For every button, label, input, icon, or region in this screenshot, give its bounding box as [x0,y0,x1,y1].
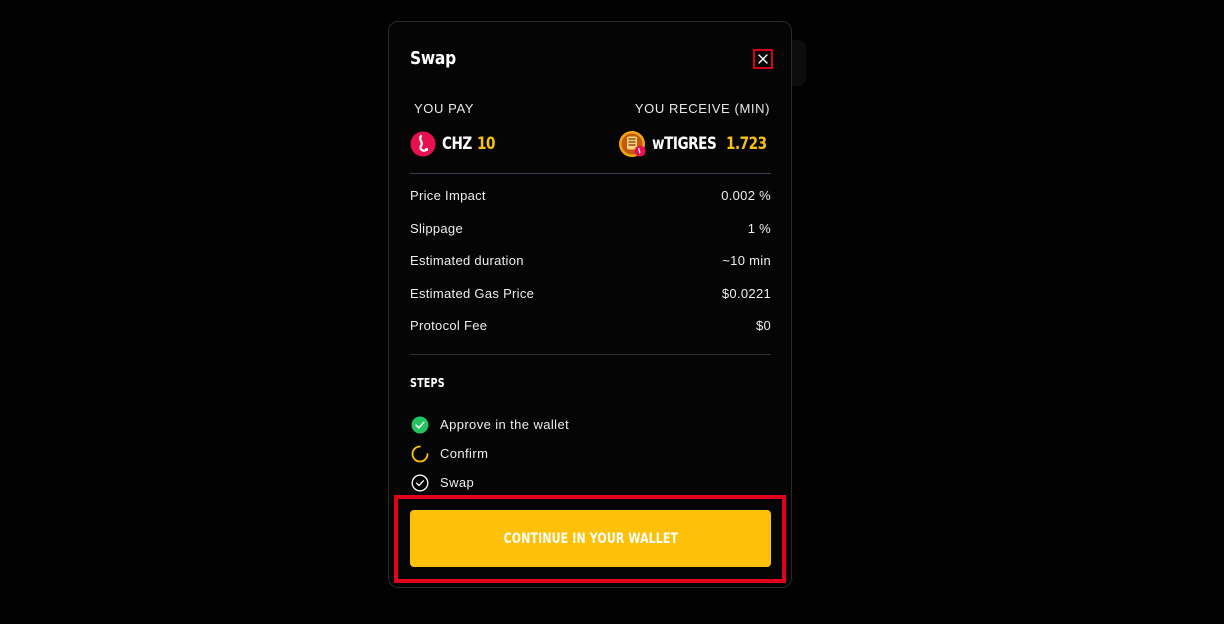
you-receive-label: YOU RECEIVE (MIN) [634,101,770,116]
detail-row-slippage: Slippage 1 % [410,221,771,254]
pay-token-amount: 10 [477,134,496,154]
step-label: Swap [440,475,475,490]
cta-label: CONTINUE IN YOUR WALLET [503,530,678,547]
detail-label: Protocol Fee [410,318,488,333]
step-label: Confirm [440,446,489,461]
detail-row-estimated-duration: Estimated duration ~10 min [410,253,771,286]
steps-title: STEPS [410,376,445,390]
pay-token: CHZ 10 [410,130,500,158]
step-label: Approve in the wallet [440,417,570,432]
divider [410,354,771,355]
step-swap: Swap [411,468,569,497]
pay-token-symbol: CHZ [442,134,472,154]
detail-row-protocol-fee: Protocol Fee $0 [410,318,771,351]
step-approve: Approve in the wallet [411,410,569,439]
detail-label: Slippage [410,220,463,236]
you-pay-label: YOU PAY [414,101,475,116]
receive-token: wTIGRES 1.723 [618,130,771,158]
receive-token-symbol: wTIGRES [651,134,717,154]
swap-details: Price Impact 0.002 % Slippage 1 % Estima… [410,188,771,351]
detail-label: Estimated duration [410,253,524,268]
receive-token-amount: 1.723 [726,134,767,154]
check-outline-icon [411,474,429,492]
step-confirm: Confirm [411,439,569,468]
spinner-icon [411,445,429,463]
detail-row-gas-price: Estimated Gas Price $0.0221 [410,286,771,319]
chz-token-icon [410,131,436,157]
detail-value: 1 % [747,220,771,236]
detail-label: Estimated Gas Price [410,285,535,301]
divider [410,173,771,174]
tigres-token-icon [618,131,646,157]
continue-in-wallet-button[interactable]: CONTINUE IN YOUR WALLET [410,510,771,567]
detail-value: $0.0221 [721,285,771,301]
detail-row-price-impact: Price Impact 0.002 % [410,188,771,221]
close-button[interactable] [753,49,773,69]
detail-label: Price Impact [410,188,486,203]
detail-value: ~10 min [722,253,771,268]
check-circle-icon [411,416,429,434]
modal-title: Swap [410,48,456,69]
steps-list: Approve in the wallet Confirm Swap [411,410,569,497]
detail-value: $0 [755,318,771,333]
detail-value: 0.002 % [721,188,771,203]
close-icon [758,54,768,64]
